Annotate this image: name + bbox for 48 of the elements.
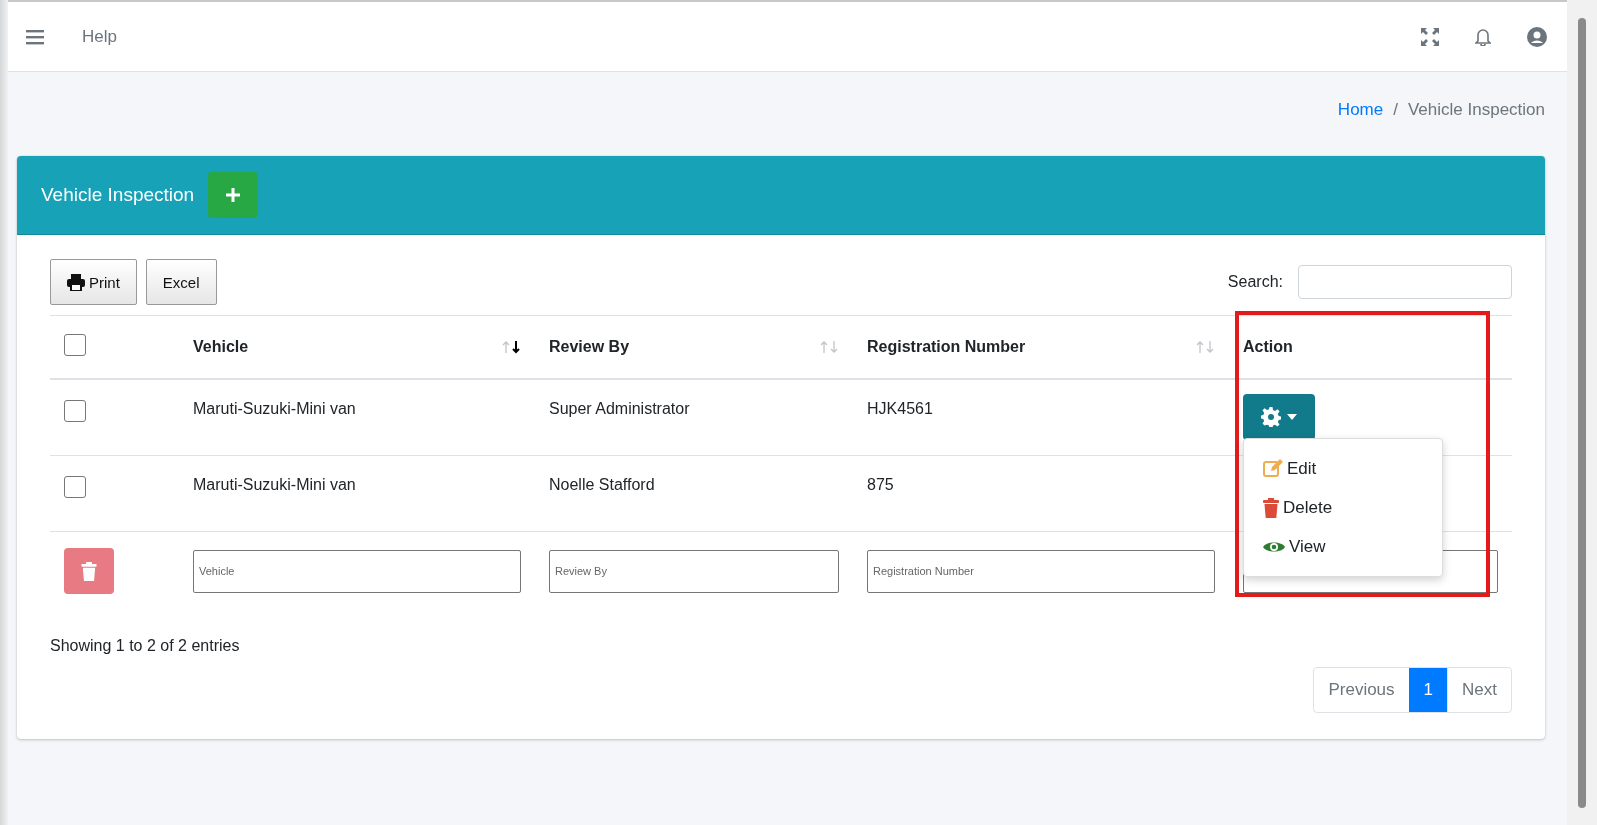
breadcrumb-current: Vehicle Inspection — [1407, 100, 1545, 120]
breadcrumb-link[interactable]: Home — [1337, 100, 1384, 120]
printer-icon — [67, 273, 85, 291]
delete-selected-button[interactable] — [64, 548, 114, 595]
action-dropdown-button[interactable] — [1243, 394, 1315, 440]
sort-icon[interactable] — [501, 340, 521, 354]
table-cell: Super Administrator — [535, 379, 853, 455]
table-cell: Noelle Stafford — [535, 455, 853, 531]
menu-icon[interactable] — [26, 28, 44, 45]
column-header[interactable]: Registration Number — [867, 338, 1026, 356]
export-button[interactable]: Excel — [145, 259, 217, 305]
menu-item[interactable]: View — [1244, 527, 1442, 566]
search-field[interactable] — [1298, 265, 1512, 299]
trash-icon — [81, 561, 97, 581]
expand-icon[interactable] — [1421, 27, 1439, 46]
card-title: Vehicle Inspection — [41, 184, 195, 206]
table-cell: Maruti-Suzuki-Mini van — [179, 455, 535, 531]
entries-info: Showing 1 to 2 of 2 entries — [50, 637, 241, 655]
row-checkbox[interactable] — [64, 400, 86, 422]
scrollbar-thumb[interactable] — [1578, 18, 1586, 808]
print-button[interactable]: Print — [50, 259, 137, 305]
search-label: Search: — [1227, 273, 1283, 291]
column-header[interactable]: Action — [1243, 338, 1293, 356]
add-button[interactable] — [208, 172, 259, 218]
column-header[interactable]: Review By — [549, 338, 630, 356]
select-all-checkbox[interactable] — [64, 334, 86, 356]
bell-icon[interactable] — [1475, 27, 1491, 46]
table-cell: HJK4561 — [853, 379, 1229, 455]
breadcrumb-separator: / — [1393, 100, 1398, 120]
table-cell: 875 — [853, 455, 1229, 531]
menu-item[interactable]: Edit — [1244, 449, 1442, 488]
gear-icon — [1261, 407, 1281, 427]
filter-field[interactable]: Vehicle — [193, 549, 521, 593]
row-checkbox[interactable] — [64, 475, 86, 498]
edit-icon — [1263, 459, 1283, 478]
caret-icon — [1287, 414, 1297, 420]
menu-item[interactable]: Delete — [1244, 488, 1442, 527]
table-cell: Maruti-Suzuki-Mini van — [179, 379, 535, 455]
pagination-link[interactable]: Previous — [1314, 668, 1409, 712]
pagination-link[interactable]: 1 — [1408, 668, 1448, 712]
plus-icon — [225, 187, 242, 203]
filter-field[interactable]: Registration Number — [867, 549, 1215, 593]
filter-field[interactable]: Review By — [549, 549, 839, 593]
user-avatar-icon[interactable] — [1527, 26, 1547, 47]
trash-icon — [1263, 497, 1279, 518]
help-link[interactable]: Help — [82, 26, 117, 47]
pagination-link[interactable]: Next — [1447, 668, 1511, 712]
column-header[interactable]: Vehicle — [193, 338, 249, 356]
